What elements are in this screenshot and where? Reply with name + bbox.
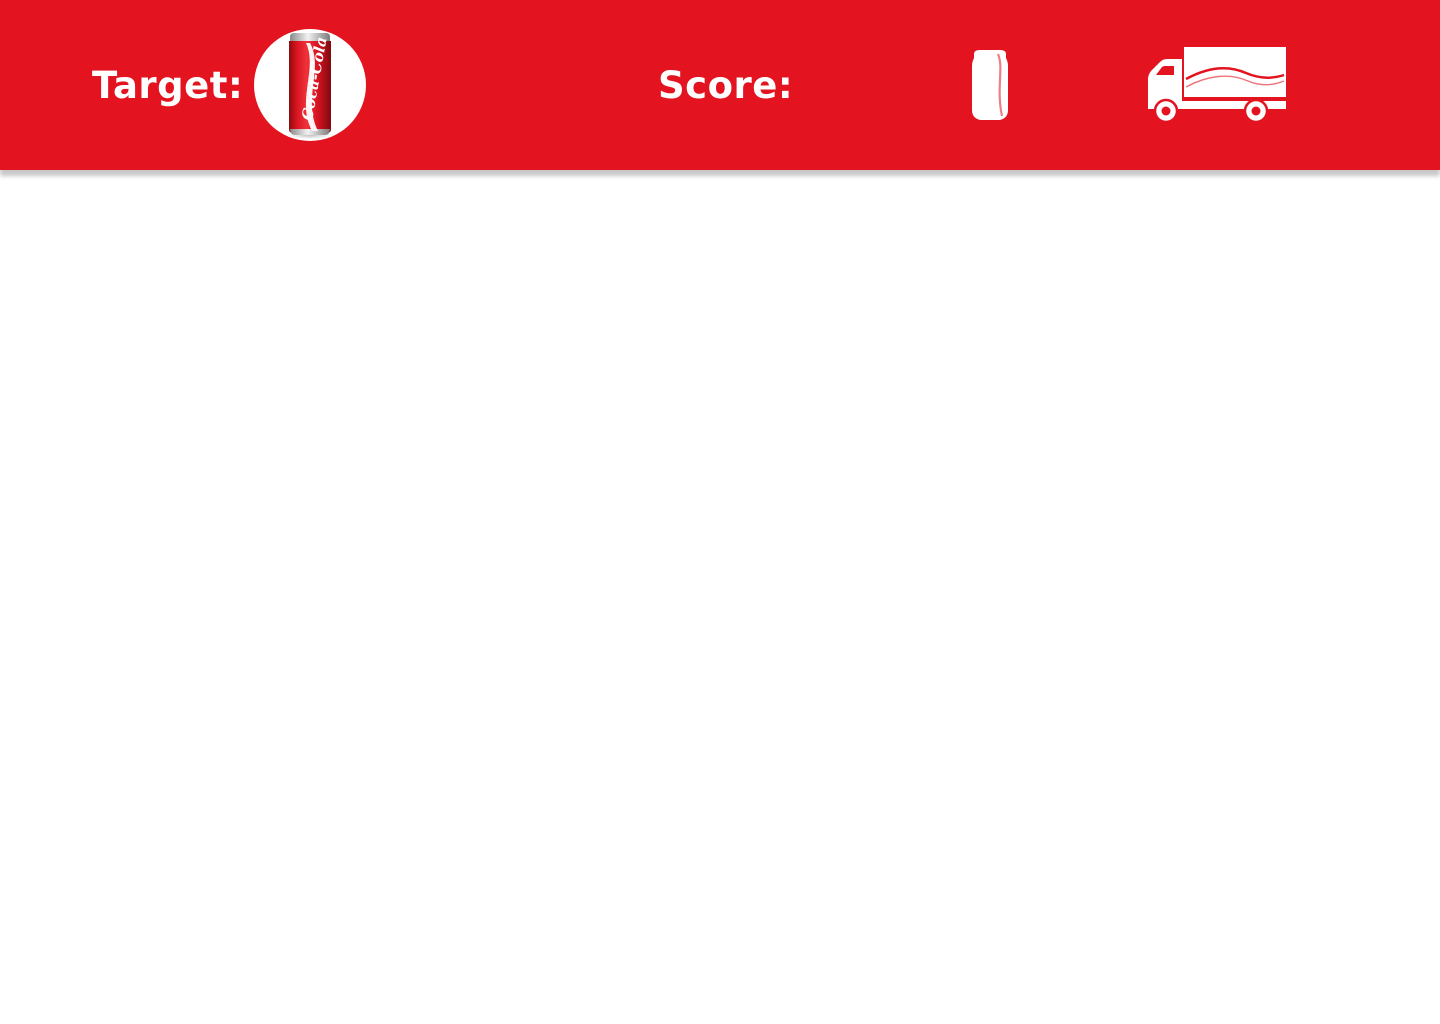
target-item-badge: Coca-Cola [254,29,366,141]
target-label: Target: [92,64,244,107]
score-label: Score: [658,64,794,107]
top-bar: Target: Coca-Cola Score: [0,0,1440,170]
delivery-truck-icon [1148,47,1286,124]
can-silhouette-icon [972,50,1008,120]
cola-can-icon: Coca-Cola [288,33,332,139]
play-area [0,180,1440,1024]
